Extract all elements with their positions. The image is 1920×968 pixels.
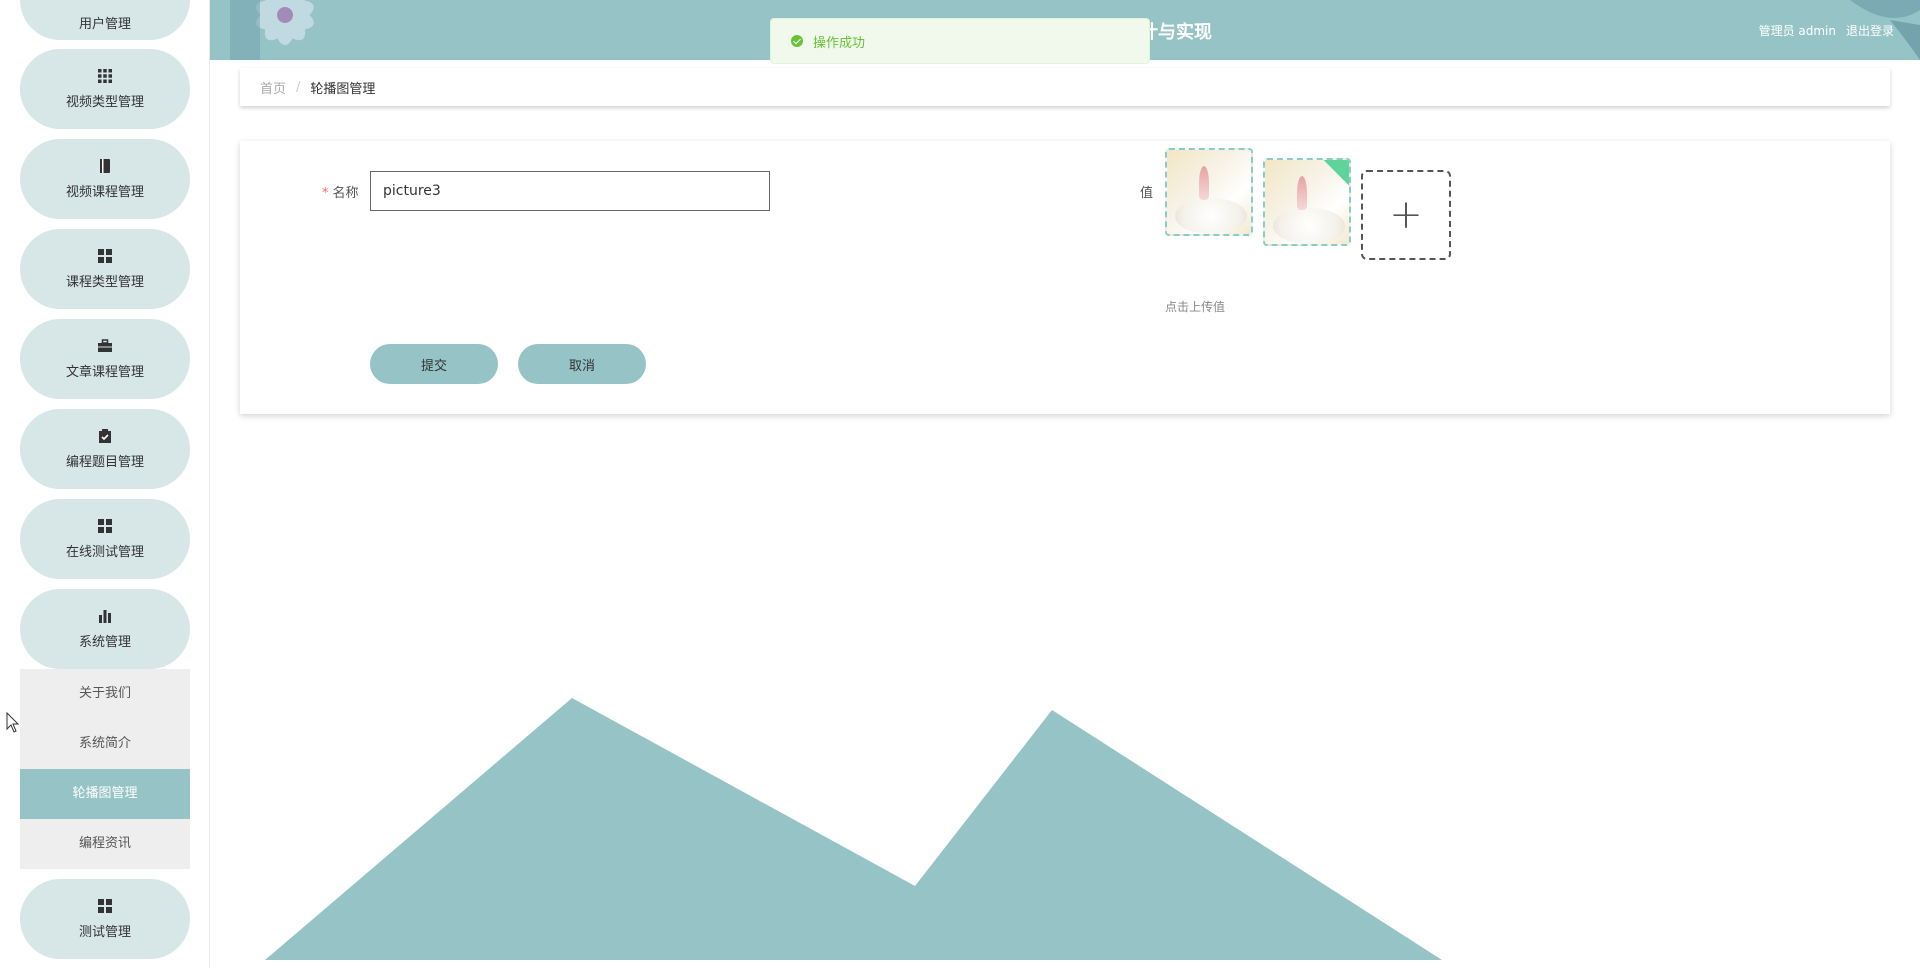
required-mark: *: [322, 186, 329, 201]
sidebar-item-label: 测试管理: [78, 924, 131, 940]
sidebar-item-label: 编程题目管理: [65, 454, 144, 470]
image-content: [1273, 208, 1345, 244]
image-content: [1297, 176, 1307, 210]
value-field-label: 值: [1140, 186, 1154, 201]
briefcase-icon: [98, 338, 112, 352]
breadcrumb-current: 轮播图管理: [310, 81, 376, 97]
submenu-item-programming-news[interactable]: 编程资讯: [20, 819, 190, 869]
success-toast: 操作成功: [770, 18, 1150, 64]
sidebar-item-label: 文章课程管理: [65, 364, 144, 380]
upload-tip: 点击上传值: [1165, 300, 1226, 314]
bar-chart-icon: [99, 609, 111, 623]
apps-icon: [98, 518, 112, 533]
image-content: [1175, 198, 1247, 234]
carousel-edit-form: *名称 值 + 点击上传值 提交 取消: [240, 141, 1890, 414]
sidebar-item-label: 视频类型管理: [65, 94, 144, 110]
breadcrumb-home[interactable]: 首页: [260, 78, 286, 97]
sidebar-item-article-courses[interactable]: 文章课程管理: [20, 319, 190, 399]
image-content: [1199, 166, 1209, 200]
sidebar-item-label: 视频课程管理: [65, 184, 144, 200]
mouse-cursor-icon: [6, 712, 20, 733]
sidebar-item-online-tests[interactable]: 在线测试管理: [20, 499, 190, 579]
sidebar-item-label: 在线测试管理: [65, 544, 144, 560]
success-check-icon: [791, 35, 803, 47]
sidebar-item-video-courses[interactable]: 视频课程管理: [20, 139, 190, 219]
cancel-button[interactable]: 取消: [518, 344, 646, 384]
upload-success-corner: [1323, 160, 1349, 186]
submenu-item-about-us[interactable]: 关于我们: [20, 669, 190, 719]
flower-decoration-icon: [230, 0, 314, 60]
mountain-decoration-icon: [265, 698, 1442, 960]
book-icon: [100, 158, 110, 173]
plus-icon: +: [1389, 192, 1423, 238]
sidebar-item-video-types[interactable]: 视频类型管理: [20, 49, 190, 129]
name-field-label: * 名称: [322, 182, 359, 201]
app-title: 计与实现: [1140, 22, 1212, 43]
sidebar: 用户管理 视频类型管理 视频课程管理 课程类型管理 文章课程管理 编程题目管理 …: [0, 0, 210, 968]
apps-icon: [98, 248, 112, 263]
sidebar-item-label: 课程类型管理: [65, 274, 144, 290]
sidebar-item-label: 用户管理: [78, 16, 131, 32]
submenu-item-carousel[interactable]: 轮播图管理: [20, 769, 190, 819]
user-role-label: 管理员 admin: [1758, 24, 1836, 38]
grid-icon: [98, 68, 112, 83]
sidebar-item-users[interactable]: 用户管理: [20, 0, 190, 40]
uploaded-image-thumbnail[interactable]: [1263, 158, 1351, 246]
breadcrumb-separator: /: [296, 79, 301, 95]
name-input[interactable]: [370, 171, 770, 211]
system-submenu: 关于我们 系统简介 轮播图管理 编程资讯: [20, 669, 190, 869]
sidebar-item-tests[interactable]: 测试管理: [20, 879, 190, 959]
header-user-area: 管理员 admin 退出登录: [1759, 22, 1894, 39]
clipboard-check-icon: [99, 428, 111, 443]
breadcrumb: 首页 / 轮播图管理: [240, 68, 1890, 106]
uploaded-image-thumbnail[interactable]: [1165, 148, 1253, 236]
apps-icon: [98, 898, 112, 913]
toast-message: 操作成功: [813, 35, 866, 51]
upload-button[interactable]: +: [1361, 170, 1451, 260]
logout-link[interactable]: 退出登录: [1846, 22, 1894, 39]
sidebar-item-system[interactable]: 系统管理: [20, 589, 190, 669]
sidebar-item-course-types[interactable]: 课程类型管理: [20, 229, 190, 309]
submenu-item-system-intro[interactable]: 系统简介: [20, 719, 190, 769]
sidebar-item-programming-questions[interactable]: 编程题目管理: [20, 409, 190, 489]
name-label-text: 名称: [332, 186, 359, 201]
sidebar-item-label: 系统管理: [78, 634, 131, 650]
submit-button[interactable]: 提交: [370, 344, 498, 384]
